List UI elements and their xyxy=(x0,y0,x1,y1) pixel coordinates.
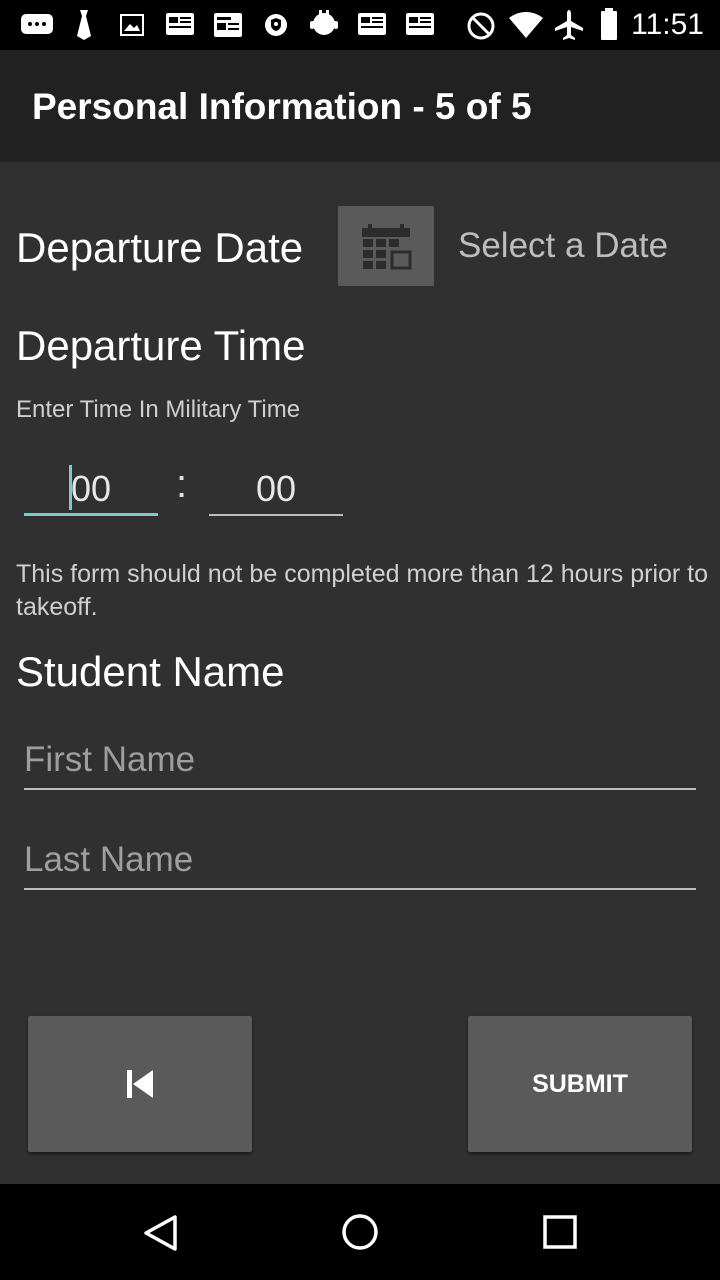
nav-back-icon[interactable] xyxy=(142,1214,178,1252)
do-not-disturb-icon xyxy=(467,12,495,40)
first-name-underline xyxy=(24,788,696,790)
submit-button[interactable]: SUBMIT xyxy=(468,1016,692,1152)
status-bar: 11:51 xyxy=(0,0,720,50)
student-name-label: Student Name xyxy=(16,648,285,695)
nav-recents-icon[interactable] xyxy=(542,1214,578,1250)
android-icon xyxy=(310,10,338,35)
hours-value: 00 xyxy=(70,468,112,509)
hours-underline xyxy=(24,513,158,516)
navigation-bar xyxy=(0,1184,720,1280)
minutes-underline xyxy=(209,514,343,516)
last-name-underline xyxy=(24,888,696,890)
nav-home-icon[interactable] xyxy=(340,1212,380,1252)
shield-icon xyxy=(265,14,287,36)
tie-icon xyxy=(77,10,91,40)
departure-date-label: Departure Date xyxy=(16,224,304,271)
text-cursor xyxy=(69,465,72,510)
chat-icon xyxy=(21,14,53,34)
news-icon xyxy=(214,13,242,37)
departure-time-label: Departure Time xyxy=(16,322,306,369)
status-time: 11:51 xyxy=(631,8,704,41)
first-name-placeholder: First Name xyxy=(24,740,196,779)
date-picker-button[interactable] xyxy=(338,206,434,286)
battery-icon xyxy=(601,8,617,40)
news-icon xyxy=(358,13,386,35)
app-bar: Personal Information - 5 of 5 xyxy=(0,50,720,162)
news-icon xyxy=(166,13,194,35)
wifi-icon xyxy=(509,12,543,38)
minutes-input[interactable]: 00 xyxy=(209,460,343,516)
military-time-hint: Enter Time In Military Time xyxy=(16,396,301,423)
news-icon xyxy=(406,13,434,35)
select-date-text[interactable]: Select a Date xyxy=(458,226,668,266)
skip-previous-icon xyxy=(127,1070,153,1098)
last-name-field[interactable]: Last Name xyxy=(24,834,696,890)
first-name-field[interactable]: First Name xyxy=(24,734,696,790)
hours-input[interactable]: 00 xyxy=(24,460,158,516)
back-button[interactable] xyxy=(28,1016,252,1152)
calendar-icon xyxy=(362,224,412,270)
minutes-value: 00 xyxy=(255,468,297,509)
takeoff-note: This form should not be completed more t… xyxy=(16,560,709,621)
image-icon xyxy=(120,14,144,36)
airplane-icon xyxy=(555,10,583,40)
last-name-placeholder: Last Name xyxy=(24,840,194,879)
time-separator: : xyxy=(176,462,188,506)
submit-label: SUBMIT xyxy=(532,1070,628,1098)
page-title: Personal Information - 5 of 5 xyxy=(32,86,532,127)
